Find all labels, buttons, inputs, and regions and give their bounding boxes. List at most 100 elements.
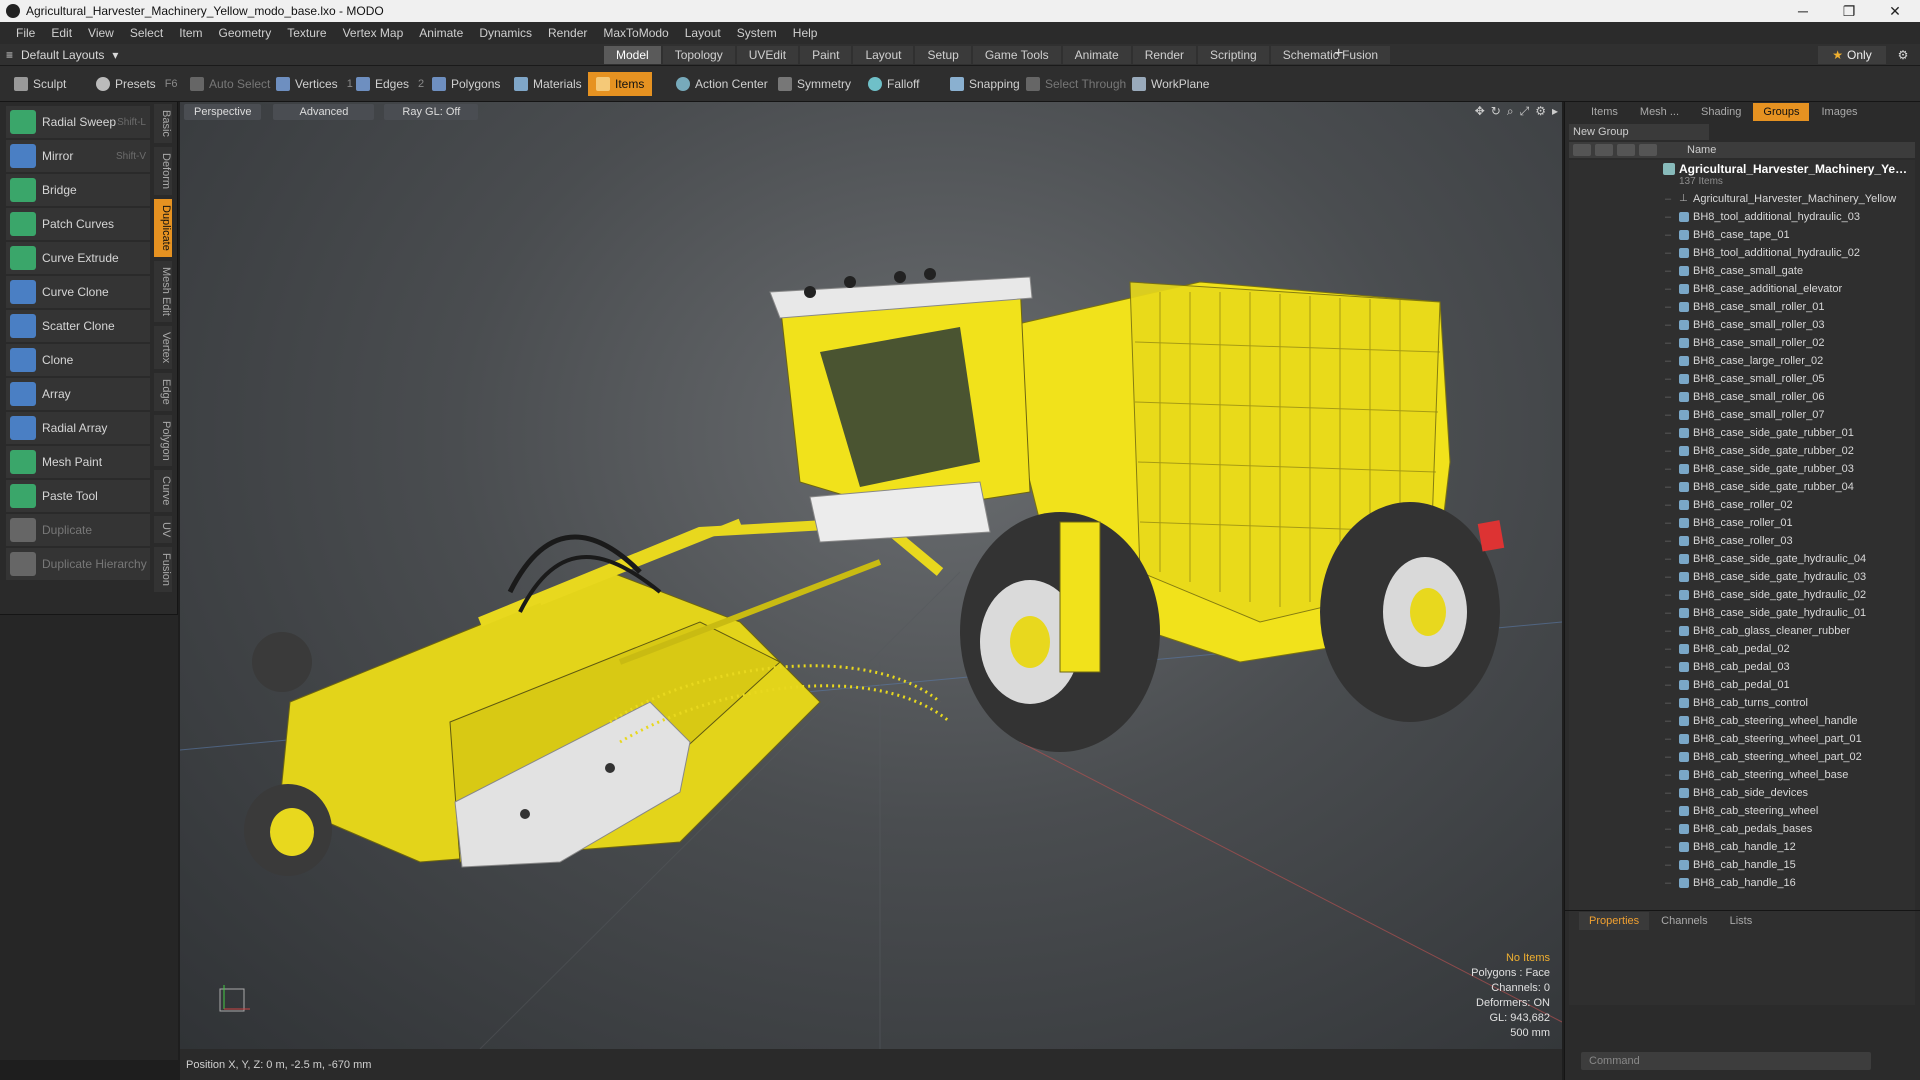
- sculpt-button[interactable]: Sculpt: [6, 72, 74, 96]
- tab-schematic-fusion[interactable]: Schematic Fusion: [1270, 46, 1391, 64]
- 3d-viewport[interactable]: Perspective Advanced Ray GL: Off ✥ ↻ ⌕ ⤢…: [180, 102, 1562, 1049]
- category-tab-edge[interactable]: Edge: [154, 372, 172, 411]
- tree-item[interactable]: – BH8_case_side_gate_hydraulic_01: [1569, 604, 1915, 622]
- tree-item[interactable]: – BH8_case_small_gate: [1569, 262, 1915, 280]
- tool-curve-clone[interactable]: Curve Clone: [6, 276, 150, 308]
- tree-item[interactable]: – BH8_case_small_roller_07: [1569, 406, 1915, 424]
- category-tab-uv[interactable]: UV: [154, 515, 172, 544]
- viewport-expand-icon[interactable]: ▸: [1552, 104, 1558, 119]
- tree-item[interactable]: – BH8_cab_side_devices: [1569, 784, 1915, 802]
- panel-tab-images[interactable]: Images: [1811, 103, 1867, 121]
- menu-system[interactable]: System: [729, 22, 785, 44]
- tool-mesh-paint[interactable]: Mesh Paint: [6, 446, 150, 478]
- tool-radial-array[interactable]: Radial Array: [6, 412, 150, 444]
- menu-maxtomodo[interactable]: MaxToModo: [595, 22, 676, 44]
- select-through-button[interactable]: Select Through: [1018, 72, 1134, 96]
- tree-item[interactable]: – BH8_cab_steering_wheel_handle: [1569, 712, 1915, 730]
- tree-item[interactable]: – ⊥ Agricultural_Harvester_Machinery_Yello…: [1569, 190, 1915, 208]
- tab-scripting[interactable]: Scripting: [1198, 46, 1269, 64]
- menu-file[interactable]: File: [8, 22, 43, 44]
- menu-texture[interactable]: Texture: [279, 22, 334, 44]
- tree-item[interactable]: – BH8_case_side_gate_hydraulic_04: [1569, 550, 1915, 568]
- menu-animate[interactable]: Animate: [411, 22, 471, 44]
- bottom-tab-properties[interactable]: Properties: [1579, 911, 1650, 930]
- visibility-column-icon[interactable]: [1573, 144, 1591, 156]
- category-tab-basic[interactable]: Basic: [154, 104, 172, 143]
- tool-paste-tool[interactable]: Paste Tool: [6, 480, 150, 512]
- zoom-view-icon[interactable]: ⌕: [1507, 104, 1514, 119]
- tab-topology[interactable]: Topology: [662, 46, 735, 64]
- menu-help[interactable]: Help: [785, 22, 826, 44]
- tree-item[interactable]: – BH8_cab_handle_12: [1569, 838, 1915, 856]
- close-button[interactable]: ✕: [1872, 0, 1918, 22]
- viewport-settings-icon[interactable]: ⚙: [1535, 104, 1546, 119]
- category-tab-fusion[interactable]: Fusion: [154, 547, 172, 593]
- category-tab-polygon[interactable]: Polygon: [154, 414, 172, 467]
- tree-item[interactable]: – BH8_cab_turns_control: [1569, 694, 1915, 712]
- tree-root-group[interactable]: Agricultural_Harvester_Machinery_Yellow …: [1569, 160, 1915, 190]
- menu-layout[interactable]: Layout: [677, 22, 729, 44]
- move-view-icon[interactable]: ✥: [1475, 104, 1485, 119]
- collapse-icon[interactable]: ≡: [6, 48, 13, 62]
- tree-item[interactable]: – BH8_cab_glass_cleaner_rubber: [1569, 622, 1915, 640]
- tree-item[interactable]: – BH8_case_small_roller_01: [1569, 298, 1915, 316]
- tree-item[interactable]: – BH8_case_roller_01: [1569, 514, 1915, 532]
- tree-item[interactable]: – BH8_cab_handle_16: [1569, 874, 1915, 892]
- tool-mirror[interactable]: Mirror Shift-V: [6, 140, 150, 172]
- falloff-button[interactable]: Falloff: [860, 72, 927, 96]
- harvester-model[interactable]: [180, 102, 1562, 1049]
- select-column-icon[interactable]: [1639, 144, 1657, 156]
- category-tab-duplicate[interactable]: Duplicate: [154, 198, 172, 257]
- tree-item[interactable]: – BH8_case_small_roller_06: [1569, 388, 1915, 406]
- tree-item[interactable]: – BH8_case_large_roller_02: [1569, 352, 1915, 370]
- tab-paint[interactable]: Paint: [800, 46, 852, 64]
- category-tab-deform[interactable]: Deform: [154, 146, 172, 195]
- name-column-header[interactable]: Name: [1687, 144, 1716, 156]
- tool-bridge[interactable]: Bridge: [6, 174, 150, 206]
- menu-item[interactable]: Item: [171, 22, 210, 44]
- bottom-tab-lists[interactable]: Lists: [1720, 912, 1763, 930]
- command-input[interactable]: Command: [1581, 1052, 1871, 1070]
- tree-item[interactable]: – BH8_case_additional_elevator: [1569, 280, 1915, 298]
- menu-vertex-map[interactable]: Vertex Map: [335, 22, 412, 44]
- maximize-button[interactable]: ❐: [1826, 0, 1872, 22]
- tree-item[interactable]: – BH8_cab_pedal_03: [1569, 658, 1915, 676]
- render-column-icon[interactable]: [1595, 144, 1613, 156]
- workplane-button[interactable]: WorkPlane: [1124, 72, 1217, 96]
- tree-item[interactable]: – BH8_case_small_roller_05: [1569, 370, 1915, 388]
- tree-item[interactable]: – BH8_case_side_gate_rubber_02: [1569, 442, 1915, 460]
- minimize-button[interactable]: ─: [1780, 0, 1826, 22]
- tab-render[interactable]: Render: [1132, 46, 1197, 64]
- tab-animate[interactable]: Animate: [1062, 46, 1131, 64]
- tree-item[interactable]: – BH8_cab_pedals_bases: [1569, 820, 1915, 838]
- layout-selector[interactable]: ≡ Default Layouts ▾: [6, 44, 118, 66]
- add-tab-icon[interactable]: +: [1334, 45, 1343, 63]
- menu-view[interactable]: View: [80, 22, 122, 44]
- only-button[interactable]: ★ Only: [1818, 46, 1886, 64]
- tab-game-tools[interactable]: Game Tools: [972, 46, 1061, 64]
- tab-setup[interactable]: Setup: [915, 46, 971, 64]
- tree-item[interactable]: – BH8_case_side_gate_rubber_03: [1569, 460, 1915, 478]
- menu-select[interactable]: Select: [122, 22, 171, 44]
- tab-model[interactable]: Model: [604, 46, 661, 64]
- tree-item[interactable]: – BH8_cab_steering_wheel_base: [1569, 766, 1915, 784]
- tree-item[interactable]: – BH8_case_tape_01: [1569, 226, 1915, 244]
- tree-item[interactable]: – BH8_cab_pedal_01: [1569, 676, 1915, 694]
- category-tab-curve[interactable]: Curve: [154, 470, 172, 512]
- tree-item[interactable]: – BH8_case_side_gate_rubber_01: [1569, 424, 1915, 442]
- snapping-button[interactable]: Snapping: [942, 72, 1028, 96]
- menu-dynamics[interactable]: Dynamics: [471, 22, 540, 44]
- raygl-button[interactable]: Ray GL: Off: [384, 104, 479, 120]
- tool-radial-sweep[interactable]: Radial Sweep Shift-L: [6, 106, 150, 138]
- new-group-button[interactable]: New Group: [1569, 124, 1709, 140]
- materials-button[interactable]: Materials: [506, 72, 590, 96]
- tree-item[interactable]: – BH8_cab_steering_wheel: [1569, 802, 1915, 820]
- action-center-button[interactable]: Action Center: [668, 72, 776, 96]
- tree-item[interactable]: – BH8_cab_handle_15: [1569, 856, 1915, 874]
- tool-curve-extrude[interactable]: Curve Extrude: [6, 242, 150, 274]
- symmetry-button[interactable]: Symmetry: [770, 72, 859, 96]
- panel-tab-groups[interactable]: Groups: [1753, 103, 1810, 121]
- tree-item[interactable]: – BH8_case_small_roller_02: [1569, 334, 1915, 352]
- panel-tab-items[interactable]: Items: [1581, 103, 1628, 121]
- tree-item[interactable]: – BH8_case_roller_03: [1569, 532, 1915, 550]
